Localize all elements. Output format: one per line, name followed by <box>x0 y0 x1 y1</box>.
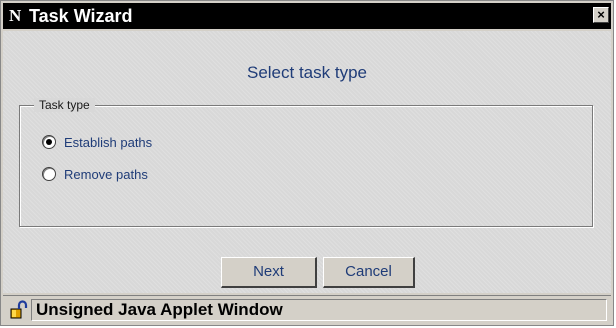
page-title: Select task type <box>246 63 367 82</box>
close-icon: × <box>597 7 605 22</box>
dialog-window: N Task Wizard × Select task type Task ty… <box>0 0 614 326</box>
dialog-content: Select task type Task type Establish pat… <box>3 31 611 293</box>
radio-label-establish-paths[interactable]: Establish paths <box>64 135 152 150</box>
title-bar[interactable]: N Task Wizard × <box>3 3 611 29</box>
option-establish-paths[interactable]: Establish paths <box>42 133 152 151</box>
radio-establish-paths[interactable] <box>42 135 56 149</box>
cancel-button[interactable]: Cancel <box>323 257 415 288</box>
task-type-group: Task type Establish paths Remove paths <box>19 98 593 227</box>
close-button[interactable]: × <box>593 7 609 23</box>
netscape-n-icon: N <box>9 6 22 25</box>
next-button[interactable]: Next <box>221 257 317 288</box>
radio-label-remove-paths[interactable]: Remove paths <box>64 167 148 182</box>
group-legend: Task type <box>34 98 95 112</box>
unlocked-padlock-icon <box>10 300 28 319</box>
option-remove-paths[interactable]: Remove paths <box>42 165 148 183</box>
radio-remove-paths[interactable] <box>42 167 56 181</box>
window-title: Task Wizard <box>29 6 133 26</box>
status-text: Unsigned Java Applet Window <box>31 299 607 321</box>
status-bar: Unsigned Java Applet Window <box>3 295 611 324</box>
